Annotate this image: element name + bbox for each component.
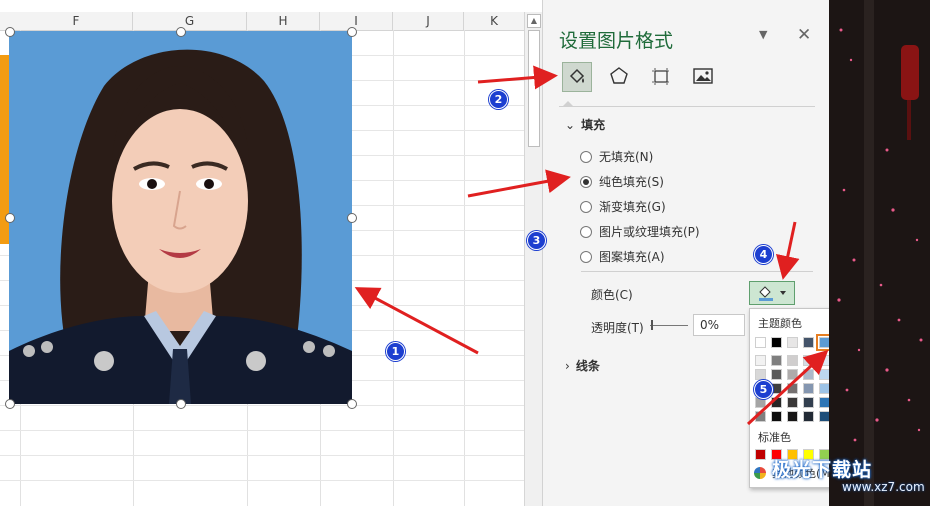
step-badge-5: 5 [754,380,773,399]
step-badge-1: 1 [386,342,405,361]
arrow-1 [354,287,479,355]
arrow-2 [477,65,558,90]
watermark-brand: 极光下载站 [772,459,873,481]
step-badge-3: 3 [527,231,546,250]
step-badge-2: 2 [489,90,508,109]
arrow-4 [775,221,800,280]
step-badge-4: 4 [754,245,773,264]
arrow-3 [467,169,571,198]
watermark-url: www.xz7.com [842,480,925,494]
annotation-arrows [354,65,829,426]
